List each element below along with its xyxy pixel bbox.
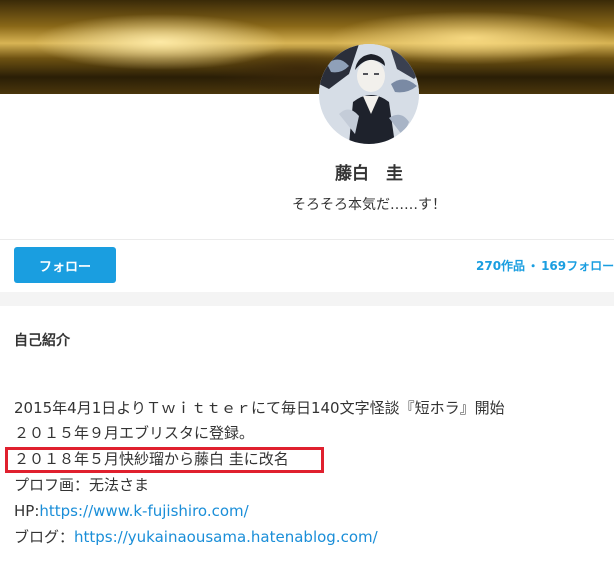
intro-body: 2015年4月1日よりＴｗｉｔｔｅｒにて毎日140文字怪談『短ホラ』開始 ２０１… bbox=[14, 397, 614, 550]
works-count-link[interactable]: 270作品 bbox=[476, 259, 525, 273]
hp-link[interactable]: https://www.k-fujishiro.com/ bbox=[39, 502, 248, 520]
followers-count-link[interactable]: 169フォロー bbox=[541, 259, 614, 273]
cover-image bbox=[0, 0, 614, 94]
intro-heading: 自己紹介 bbox=[14, 333, 70, 349]
profile-catchphrase: そろそろ本気だ……す！ bbox=[292, 197, 446, 213]
follow-button[interactable]: フォロー bbox=[14, 247, 116, 283]
blog-link[interactable]: https://yukainaousama.hatenablog.com/ bbox=[74, 528, 378, 546]
hp-prefix: HP: bbox=[14, 502, 40, 520]
blog-line: ブログ：https://yukainaousama.hatenablog.com… bbox=[14, 524, 614, 550]
section-gap bbox=[0, 292, 614, 306]
avatar[interactable] bbox=[319, 44, 419, 144]
intro-line: 2015年4月1日よりＴｗｉｔｔｅｒにて毎日140文字怪談『短ホラ』開始 bbox=[14, 399, 505, 417]
stats-separator: ・ bbox=[527, 259, 540, 273]
highlight-annotation-box bbox=[5, 447, 324, 473]
divider bbox=[0, 239, 614, 240]
hp-line: HP:https://www.k-fujishiro.com/ bbox=[14, 498, 614, 524]
profile-stats: 270作品・ 169フォロー bbox=[476, 257, 614, 274]
intro-line: ２０１５年９月エブリスタに登録。 bbox=[14, 424, 255, 442]
intro-line: プロフ画：无法さま bbox=[14, 476, 150, 494]
profile-name: 藤白 圭 bbox=[335, 164, 403, 184]
blog-prefix: ブログ： bbox=[14, 528, 75, 546]
